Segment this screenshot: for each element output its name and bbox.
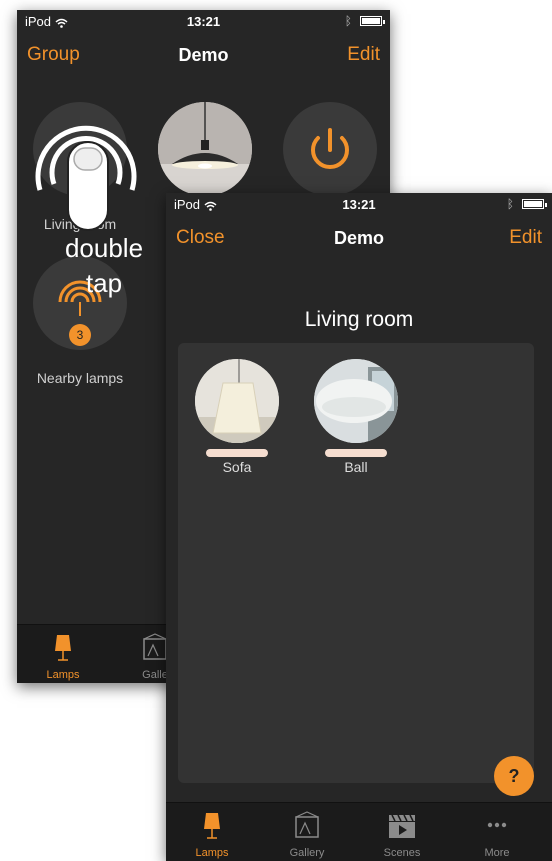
room-detail-screen: iPod 13:21 ᛒ Close Demo Edit Living room [166,193,552,861]
power-icon [311,128,349,170]
sofa-brightness-bar[interactable] [206,449,268,457]
gesture-hint-line1: double [64,233,144,263]
living-room-label: Living room [43,216,117,232]
tab-label: Gallery [289,847,325,859]
ball-lamp-icon [314,359,398,443]
nav-title: Demo [333,228,384,248]
room-title: Living room [304,308,414,331]
status-right: ᛒ [506,197,547,211]
status-right: ᛒ [344,14,385,28]
living-room-tile[interactable] [33,102,127,196]
ball-lamp-photo [314,359,398,443]
room-lamps-panel: Sofa Ball [178,343,534,783]
lamp-item-ball[interactable]: Ball [311,359,401,475]
tab-bar: Lamps Gallery Scenes More [166,802,552,861]
status-bar: iPod 13:21 ᛒ [166,193,552,215]
lamp-item-sofa[interactable]: Sofa [192,359,282,475]
battery-icon [360,16,385,26]
scenes-icon [389,814,415,838]
ball-brightness-bar[interactable] [325,449,387,457]
gallery-icon [143,633,167,660]
status-time: 13:21 [342,197,376,212]
tab-lamps[interactable]: Lamps [166,803,258,861]
tab-label: More [484,847,510,859]
nav-bar: Close Demo Edit [166,215,552,259]
tab-scenes[interactable]: Scenes [356,803,448,861]
more-icon [487,822,507,828]
pendant-lamp-tile[interactable] [158,102,252,196]
help-button[interactable]: ? [494,756,534,796]
nav-bar: Group Demo Edit [17,32,390,76]
floor-lamp-icon [195,359,279,443]
lamp-icon [204,813,220,839]
edit-button[interactable]: Edit [509,227,542,249]
gallery-icon [295,811,319,838]
sofa-lamp-photo [195,359,279,443]
lamp-name: Sofa [222,459,252,475]
tab-more[interactable]: More [451,803,543,861]
edit-button[interactable]: Edit [347,44,380,66]
nearby-count-badge: 3 [69,324,91,346]
tab-label: Scenes [383,847,421,859]
tab-label: Lamps [46,669,80,681]
nav-title: Demo [178,45,229,65]
status-time: 13:21 [186,14,221,29]
tab-label: Lamps [195,847,229,859]
bluetooth-icon: ᛒ [344,14,352,28]
battery-icon [522,199,547,209]
tab-gallery[interactable]: Gallery [261,803,353,861]
bluetooth-icon: ᛒ [506,197,514,211]
status-bar: iPod 13:21 ᛒ [17,10,390,32]
gesture-hint-line2: tap [85,268,123,298]
nearby-lamps-label: Nearby lamps [36,370,124,386]
tab-lamps[interactable]: Lamps [17,625,109,683]
pendant-lamp-icon [158,102,252,196]
power-tile[interactable] [283,102,377,196]
lamp-icon [55,635,71,661]
lamp-name: Ball [344,459,368,475]
